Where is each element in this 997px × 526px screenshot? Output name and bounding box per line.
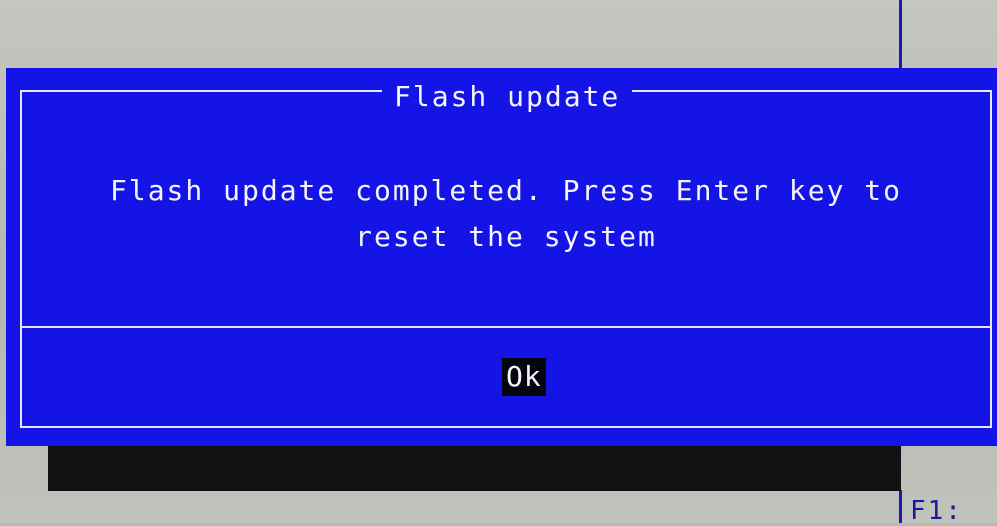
- dialog-separator: [20, 326, 992, 328]
- dialog-message-line-2: reset the system: [355, 220, 657, 253]
- dialog-title: Flash update: [382, 80, 633, 114]
- background-frame-line-bottom: [899, 490, 902, 523]
- dialog-message: Flash update completed. Press Enter key …: [20, 168, 992, 260]
- help-key-hint: F1:: [910, 496, 963, 526]
- ok-button[interactable]: Ok: [502, 358, 546, 396]
- dialog-message-line-1: Flash update completed. Press Enter key …: [109, 174, 902, 207]
- background-frame-line: [899, 0, 902, 70]
- dialog-shadow: [48, 445, 901, 491]
- flash-update-dialog: Flash update Flash update completed. Pre…: [6, 68, 997, 446]
